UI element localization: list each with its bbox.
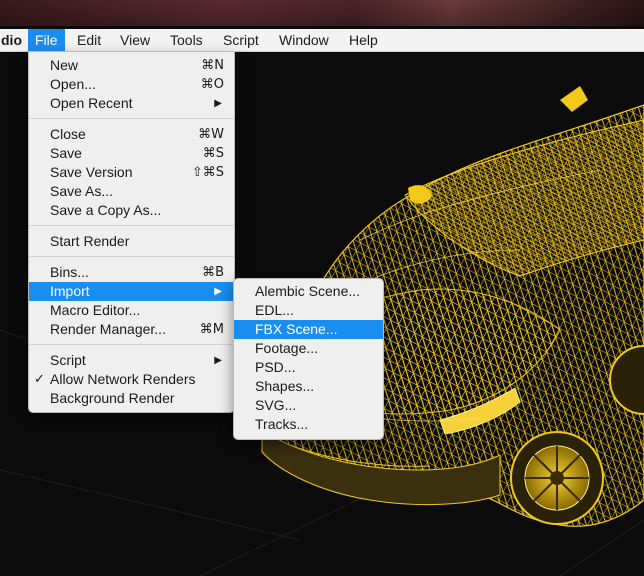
file-menu: New ⌘N Open... ⌘O Open Recent ▶ Close ⌘W Sav… (28, 51, 235, 413)
menu-tools[interactable]: Tools (163, 29, 210, 51)
checkmark-icon: ✓ (34, 372, 45, 387)
import-item-edl[interactable]: EDL... (234, 301, 383, 320)
photo-shade (0, 0, 644, 26)
menu-item-label: New (50, 57, 79, 73)
menu-item-script[interactable]: Script ▶ (29, 351, 234, 370)
menu-item-save-as[interactable]: Save As... (29, 182, 234, 201)
menu-item-label: Save Version (50, 164, 133, 180)
background-photo-strip (0, 0, 644, 26)
menu-item-label: Open... (50, 76, 96, 92)
menu-item-save-a-copy-as[interactable]: Save a Copy As... (29, 201, 234, 220)
import-item-footage[interactable]: Footage... (234, 339, 383, 358)
shortcut-label: ⌘S (202, 146, 224, 161)
shortcut-label: ⌘O (200, 77, 224, 92)
menu-item-save-version[interactable]: Save Version ⇧⌘S (29, 163, 234, 182)
menu-item-save[interactable]: Save ⌘S (29, 144, 234, 163)
chevron-right-icon: ▶ (214, 98, 222, 109)
menu-item-start-render[interactable]: Start Render (29, 232, 234, 251)
import-item-svg[interactable]: SVG... (234, 396, 383, 415)
menu-separator (29, 118, 234, 119)
menu-item-label: Allow Network Renders (50, 371, 196, 387)
shortcut-label: ⌘M (199, 322, 224, 337)
menu-item-label: Background Render (50, 390, 175, 406)
menu-item-close[interactable]: Close ⌘W (29, 125, 234, 144)
menu-item-label: Start Render (50, 233, 130, 249)
import-item-psd[interactable]: PSD... (234, 358, 383, 377)
menu-item-background-render[interactable]: Background Render (29, 389, 234, 408)
menu-bar: dio File Edit View Tools Script Window H… (0, 29, 644, 52)
menu-item-label: Save As... (50, 183, 114, 199)
menu-help[interactable]: Help (342, 29, 385, 51)
menu-separator (29, 225, 234, 226)
import-item-alembic-scene[interactable]: Alembic Scene... (234, 282, 383, 301)
menu-edit[interactable]: Edit (70, 29, 108, 51)
menu-item-label: Script (50, 352, 86, 368)
chevron-right-icon: ▶ (214, 286, 222, 297)
menu-item-allow-network-renders[interactable]: ✓ Allow Network Renders (29, 370, 234, 389)
menu-item-label: Macro Editor... (50, 302, 141, 318)
menu-item-macro-editor[interactable]: Macro Editor... (29, 301, 234, 320)
menu-item-render-manager[interactable]: Render Manager... ⌘M (29, 320, 234, 339)
import-item-tracks[interactable]: Tracks... (234, 415, 383, 434)
menu-item-label: Save (50, 145, 82, 161)
shortcut-label: ⌘W (198, 127, 224, 142)
menu-item-label: Open Recent (50, 95, 133, 111)
shortcut-label: ⌘B (202, 265, 224, 280)
chevron-right-icon: ▶ (214, 355, 222, 366)
menu-item-open-recent[interactable]: Open Recent ▶ (29, 94, 234, 113)
menu-separator (29, 344, 234, 345)
menu-separator (29, 256, 234, 257)
menu-item-import[interactable]: Import ▶ (29, 282, 234, 301)
menu-item-label: Import (50, 283, 90, 299)
menu-item-new[interactable]: New ⌘N (29, 56, 234, 75)
menu-item-bins[interactable]: Bins... ⌘B (29, 263, 234, 282)
menu-item-label: Save a Copy As... (50, 202, 162, 218)
menu-item-label: Render Manager... (50, 321, 166, 337)
menu-window[interactable]: Window (272, 29, 336, 51)
menu-item-label: Close (50, 126, 86, 142)
menu-script[interactable]: Script (216, 29, 266, 51)
import-submenu: Alembic Scene... EDL... FBX Scene... Foo… (233, 278, 384, 440)
menu-item-label: Bins... (50, 264, 89, 280)
front-wheel (510, 431, 604, 525)
menu-file[interactable]: File (28, 29, 65, 51)
shortcut-label: ⇧⌘S (191, 165, 224, 180)
menu-view[interactable]: View (113, 29, 157, 51)
menu-item-open[interactable]: Open... ⌘O (29, 75, 234, 94)
shortcut-label: ⌘N (201, 58, 224, 73)
import-item-fbx-scene[interactable]: FBX Scene... (234, 320, 383, 339)
app-name-menu[interactable]: dio (0, 29, 29, 51)
import-item-shapes[interactable]: Shapes... (234, 377, 383, 396)
